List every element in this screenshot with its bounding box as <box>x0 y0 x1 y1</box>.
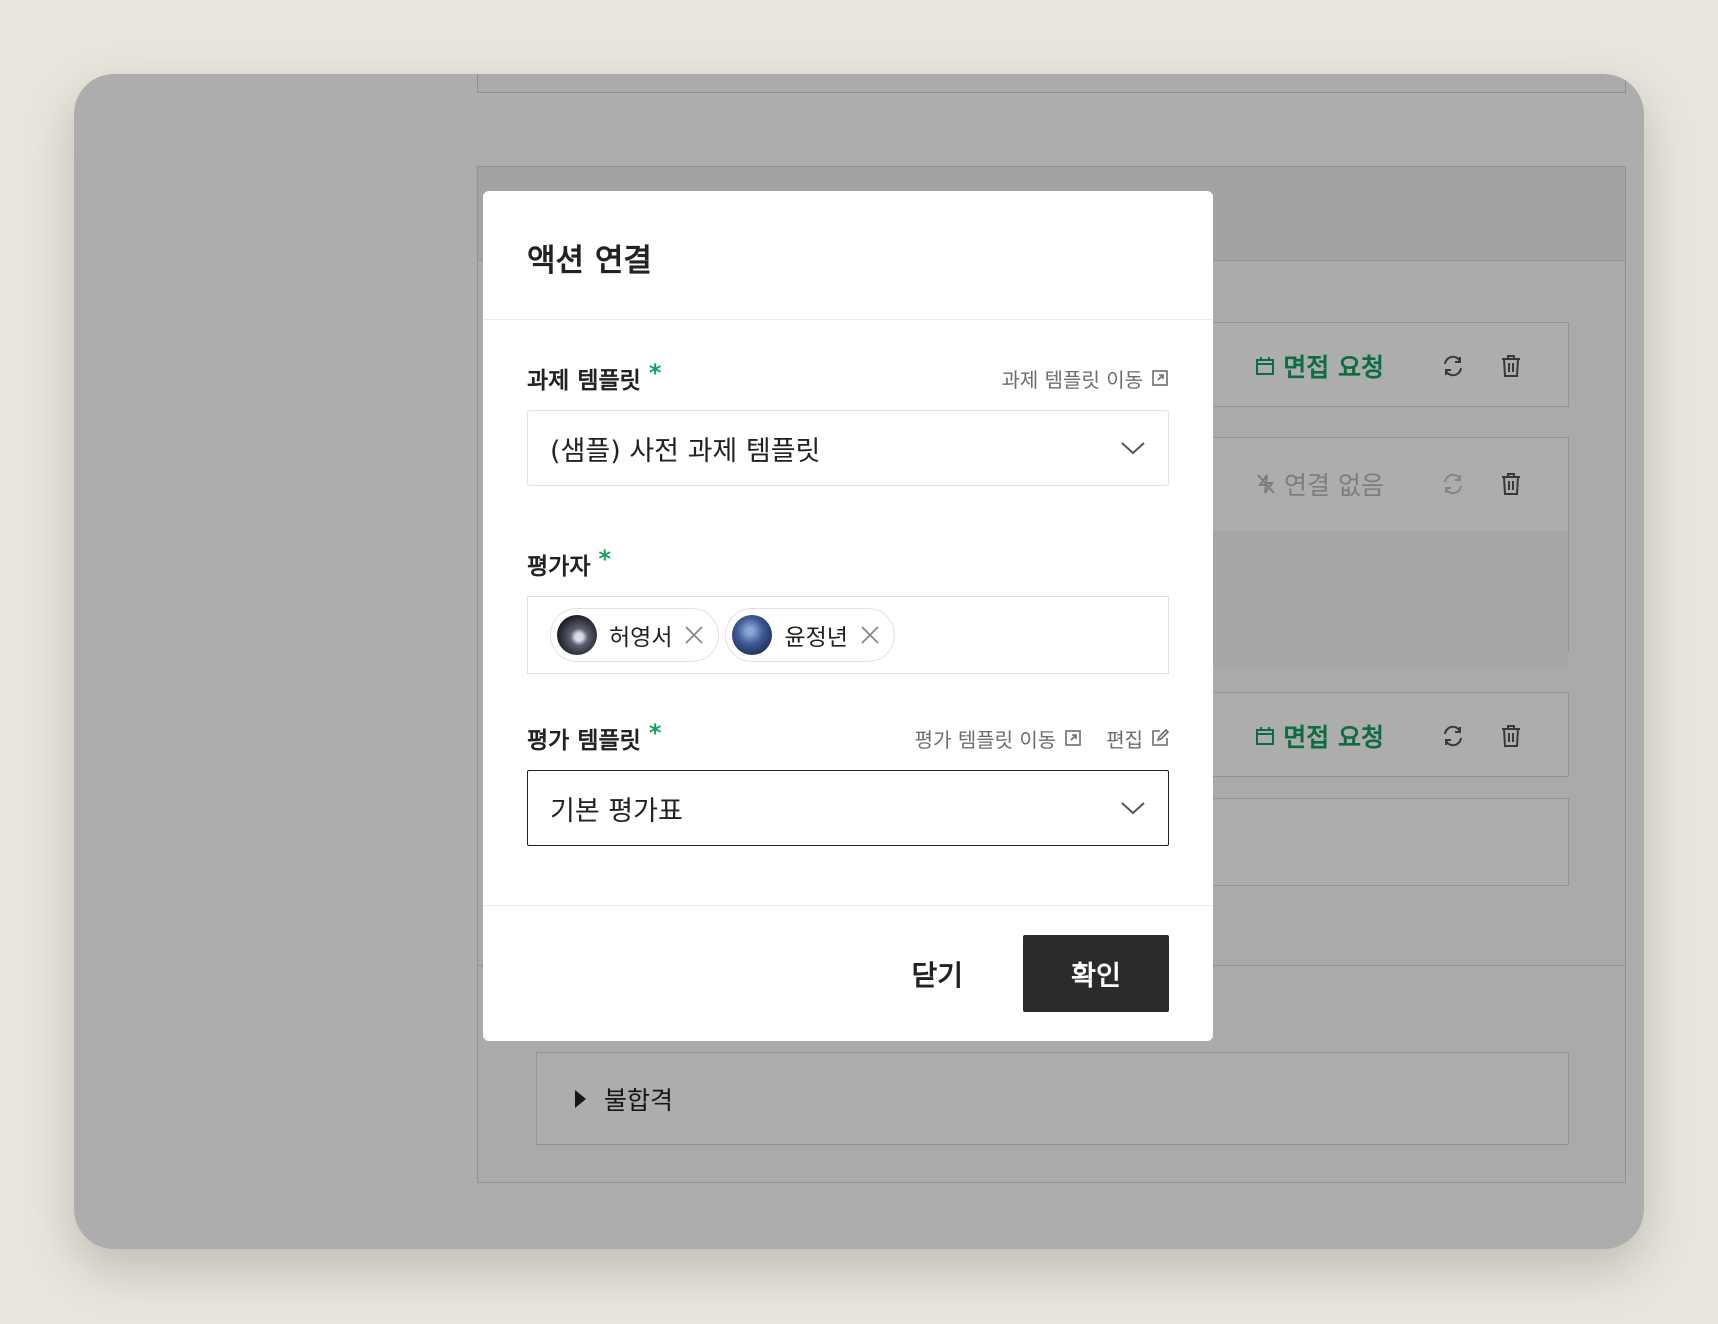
required-mark: * <box>598 545 612 573</box>
avatar <box>557 615 597 655</box>
required-mark: * <box>648 719 662 747</box>
evaluator-name: 윤정년 <box>784 625 848 651</box>
eval-template-link[interactable]: 평가 템플릿 이동 <box>915 724 1083 753</box>
task-template-select[interactable]: (샘플) 사전 과제 템플릿 <box>527 410 1169 486</box>
evaluator-chip: 윤정년 <box>725 608 895 662</box>
eval-template-value: 기본 평가표 <box>550 795 683 827</box>
modal-footer: 닫기 확인 <box>483 905 1213 1041</box>
edit-icon <box>1152 729 1169 746</box>
eval-template-edit-link[interactable]: 편집 <box>1106 724 1169 753</box>
close-icon[interactable] <box>860 625 880 645</box>
external-link-icon <box>1065 730 1081 746</box>
modal-title: 액션 연결 <box>527 243 652 279</box>
external-link-icon <box>1152 370 1168 386</box>
evaluator-name: 허영서 <box>609 625 673 651</box>
action-link-modal: 액션 연결 과제 템플릿 * 과제 템플릿 이동 (샘플) 사전 과제 템플릿 … <box>483 191 1213 1041</box>
chevron-down-icon <box>1121 802 1145 815</box>
eval-template-header: 평가 템플릿 * 평가 템플릿 이동 편집 <box>527 720 1169 756</box>
task-template-link[interactable]: 과제 템플릿 이동 <box>1001 364 1169 393</box>
task-template-value: (샘플) 사전 과제 템플릿 <box>550 435 821 467</box>
evaluators-label: 평가자 <box>527 554 591 580</box>
chevron-down-icon <box>1121 442 1145 455</box>
eval-template-label: 평가 템플릿 <box>527 728 641 754</box>
task-template-label: 과제 템플릿 <box>527 368 641 394</box>
eval-template-select[interactable]: 기본 평가표 <box>527 770 1169 846</box>
evaluator-chip: 허영서 <box>550 608 720 662</box>
required-mark: * <box>648 359 662 387</box>
close-button[interactable]: 닫기 <box>911 954 963 994</box>
close-icon[interactable] <box>684 625 704 645</box>
evaluators-header: 평가자 * <box>527 546 1169 582</box>
confirm-button[interactable]: 확인 <box>1023 935 1169 1012</box>
evaluators-input[interactable]: 허영서 윤정년 <box>527 596 1169 674</box>
avatar <box>732 615 773 655</box>
task-template-header: 과제 템플릿 * 과제 템플릿 이동 <box>527 360 1169 396</box>
